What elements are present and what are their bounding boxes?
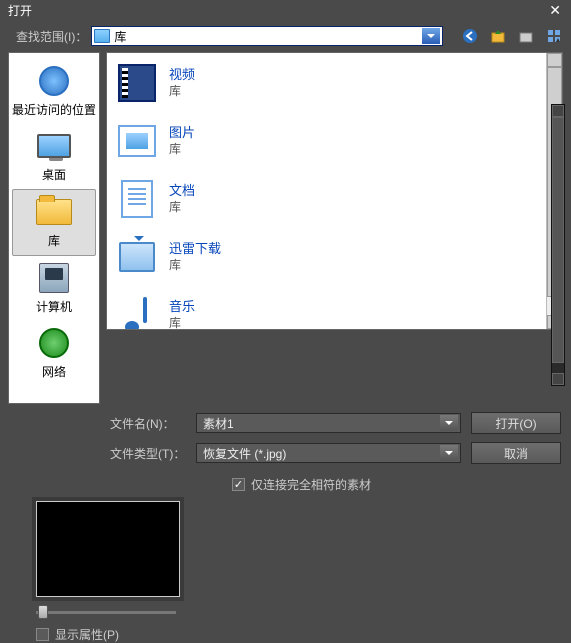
file-list[interactable]: 视频库 图片库 文档库 迅雷下载库 音乐库 bbox=[106, 52, 563, 330]
file-fields: 文件名(N)： 素材1 打开(O) 文件类型(T)： 恢复文件 (*.jpg) … bbox=[0, 404, 571, 468]
show-props-row: 显示属性(P) bbox=[36, 614, 571, 643]
list-item[interactable]: 图片库 bbox=[113, 115, 556, 167]
library-icon bbox=[36, 199, 72, 225]
titlebar: 打开 ✕ bbox=[0, 0, 571, 20]
nav-icons bbox=[461, 27, 563, 45]
folder-icon bbox=[94, 29, 110, 43]
cancel-button[interactable]: 取消 bbox=[471, 442, 561, 464]
lookin-label: 查找范围(I)： bbox=[16, 28, 87, 45]
document-icon bbox=[121, 180, 153, 218]
slider-thumb[interactable] bbox=[38, 605, 48, 619]
computer-icon bbox=[39, 263, 69, 293]
dropdown-icon[interactable] bbox=[422, 28, 440, 44]
scroll-down-icon[interactable] bbox=[552, 373, 564, 385]
place-computer[interactable]: 计算机 bbox=[9, 256, 99, 321]
place-recent[interactable]: 最近访问的位置 bbox=[9, 59, 99, 124]
scroll-up-icon[interactable] bbox=[552, 105, 564, 117]
show-props-label: 显示属性(P) bbox=[55, 626, 119, 643]
outer-scrollbar[interactable] bbox=[551, 104, 565, 386]
slider-track[interactable] bbox=[36, 611, 176, 614]
place-desktop[interactable]: 桌面 bbox=[9, 124, 99, 189]
list-item[interactable]: 文档库 bbox=[113, 173, 556, 225]
place-library[interactable]: 库 bbox=[12, 189, 96, 256]
places-bar: 最近访问的位置 桌面 库 计算机 网络 bbox=[8, 52, 100, 404]
lookin-select[interactable]: 库 bbox=[91, 26, 443, 46]
list-item[interactable]: 迅雷下载库 bbox=[113, 231, 556, 283]
exact-match-row: 仅连接完全相符的素材 bbox=[0, 468, 571, 501]
back-icon[interactable] bbox=[461, 27, 479, 45]
list-item[interactable]: 视频库 bbox=[113, 57, 556, 109]
new-folder-icon[interactable] bbox=[517, 27, 535, 45]
main-area: 最近访问的位置 桌面 库 计算机 网络 视频库 图片库 bbox=[0, 52, 571, 404]
exact-match-label: 仅连接完全相符的素材 bbox=[251, 476, 371, 493]
dropdown-icon[interactable] bbox=[440, 415, 458, 431]
video-icon bbox=[118, 64, 156, 102]
open-button[interactable]: 打开(O) bbox=[471, 412, 561, 434]
filename-input[interactable]: 素材1 bbox=[196, 413, 461, 433]
up-icon[interactable] bbox=[489, 27, 507, 45]
scroll-up-icon[interactable] bbox=[547, 53, 562, 67]
lookin-row: 查找范围(I)： 库 bbox=[0, 20, 571, 52]
close-icon[interactable]: ✕ bbox=[543, 3, 567, 17]
filename-label: 文件名(N)： bbox=[110, 415, 186, 432]
lookin-value: 库 bbox=[114, 28, 126, 45]
dropdown-icon[interactable] bbox=[440, 445, 458, 461]
desktop-icon bbox=[37, 134, 71, 158]
place-network[interactable]: 网络 bbox=[9, 321, 99, 386]
download-icon bbox=[119, 242, 155, 272]
preview-box bbox=[36, 501, 180, 597]
list-item[interactable]: 音乐库 bbox=[113, 289, 556, 330]
exact-match-checkbox[interactable] bbox=[232, 478, 245, 491]
dialog-title: 打开 bbox=[8, 2, 543, 19]
photo-icon bbox=[118, 125, 156, 157]
view-icon[interactable] bbox=[545, 27, 563, 45]
filetype-label: 文件类型(T)： bbox=[110, 445, 186, 462]
globe-icon bbox=[39, 66, 69, 96]
filetype-select[interactable]: 恢复文件 (*.jpg) bbox=[196, 443, 461, 463]
show-props-checkbox[interactable] bbox=[36, 628, 49, 641]
preview-area: 显示属性(P) bbox=[0, 501, 571, 643]
scroll-thumb[interactable] bbox=[552, 117, 564, 363]
music-icon bbox=[123, 297, 151, 330]
network-icon bbox=[39, 328, 69, 358]
